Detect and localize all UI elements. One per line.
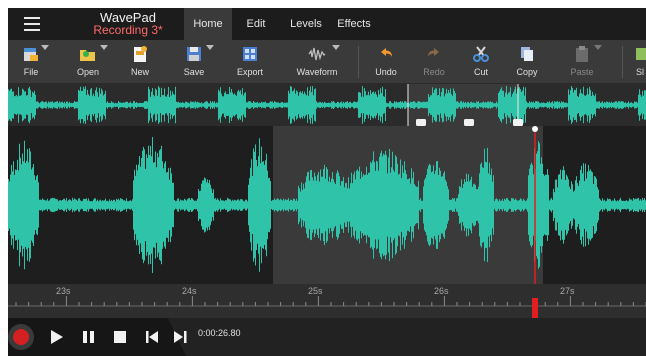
waveform-icon [308,47,326,61]
more-tools-button[interactable]: Sl [632,40,646,83]
more-tools-label: Sl [636,67,645,77]
chevron-down-icon [41,45,49,50]
export-button[interactable]: Export [230,40,270,83]
pause-button[interactable] [74,324,102,350]
main-waveform[interactable] [8,126,646,284]
tick-label: 27s [560,286,575,296]
open-label: Open [76,67,100,77]
skip-back-icon [146,331,158,343]
export-icon [243,47,257,61]
copy-button[interactable]: Copy [508,40,546,83]
export-label: Export [236,67,263,77]
redo-label: Redo [423,67,445,77]
top-bar: WavePad Recording 3* Home Edit Levels Ef… [8,8,646,40]
new-file-icon [134,46,147,62]
paste-button[interactable]: Paste [560,40,604,83]
file-icon [24,48,38,61]
stop-button[interactable] [106,324,134,350]
chevron-down-icon [206,45,214,50]
tick-label: 26s [434,286,449,296]
stop-icon [114,331,126,343]
open-button[interactable]: Open [68,40,108,83]
chevron-down-icon [594,45,602,50]
copy-icon [521,47,533,61]
file-label: File [23,67,39,77]
skip-back-button[interactable] [138,324,166,350]
new-button[interactable]: New [122,40,158,83]
redo-icon [428,48,439,57]
wavepad-app: WavePad Recording 3* Home Edit Levels Ef… [8,8,646,356]
redo-button[interactable]: Redo [416,40,452,83]
waveform-button[interactable]: Waveform [292,40,342,83]
chevron-down-icon [332,45,340,50]
undo-button[interactable]: Undo [368,40,404,83]
tab-home[interactable]: Home [184,8,232,40]
main-wave-canvas [8,126,646,284]
toolbar-divider [622,46,623,78]
tick-label: 25s [308,286,323,296]
tool-icon [636,48,646,60]
toolbar-divider [358,46,359,78]
tick-label: 23s [56,286,71,296]
transport-bar: 0:00:26.80 [8,318,646,356]
cut-label: Cut [473,67,488,77]
paste-icon [576,46,588,62]
copy-label: Copy [516,67,538,77]
paste-label: Paste [570,67,594,77]
sel-handle-mid [464,119,474,126]
home-toolbar: File Open New Save Export Waveform Undo … [8,40,646,84]
chevron-down-icon [100,45,108,50]
tab-levels[interactable]: Levels [284,8,328,40]
undo-icon [381,48,392,57]
record-icon [8,324,34,350]
save-button[interactable]: Save [174,40,214,83]
play-button[interactable] [42,324,70,350]
timeline-ruler[interactable]: 23s 24s 25s 26s 27s [8,284,646,318]
sel-handle-left [416,119,426,126]
recording-title: Recording 3* [93,23,163,37]
save-label: Save [183,67,205,77]
pause-icon [83,331,94,343]
record-button[interactable] [8,322,38,352]
skip-forward-icon [174,331,187,343]
play-icon [51,330,63,344]
new-label: New [130,67,149,77]
open-folder-icon [80,50,95,61]
cut-button[interactable]: Cut [464,40,498,83]
tick-label: 24s [182,286,197,296]
sel-handle-right [513,119,523,126]
tab-effects[interactable]: Effects [332,8,376,40]
overview-wave-canvas [8,84,646,126]
menu-icon[interactable] [24,17,40,31]
playback-time: 0:00:26.80 [198,328,241,338]
skip-forward-button[interactable] [168,324,196,350]
ruler-ticks [8,296,646,318]
tab-edit[interactable]: Edit [236,8,276,40]
scissors-icon [473,46,489,62]
undo-label: Undo [375,67,397,77]
waveform-label: Waveform [296,67,338,77]
overview-waveform[interactable] [8,84,646,126]
save-icon [187,47,201,61]
file-button[interactable]: File [12,40,50,83]
